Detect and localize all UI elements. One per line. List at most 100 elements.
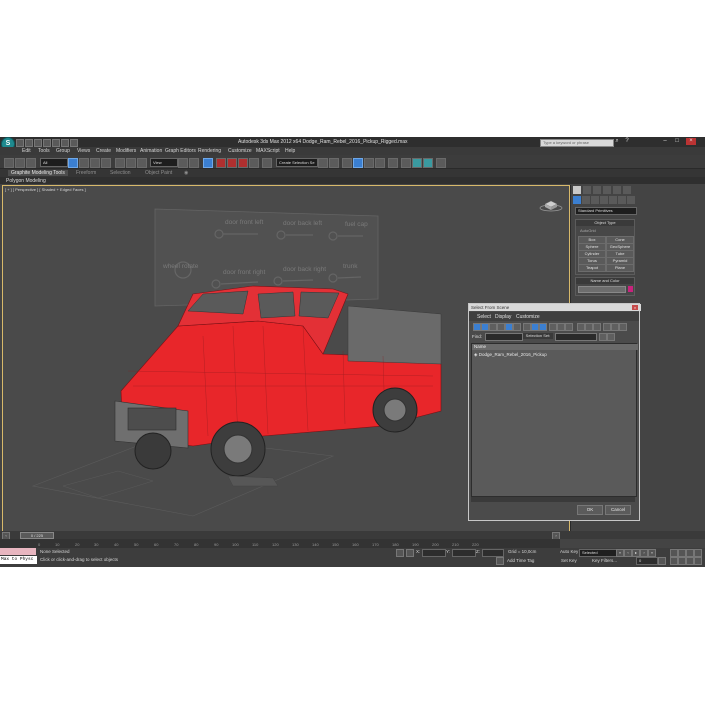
next-frame-icon[interactable]: ›	[640, 549, 648, 557]
select-none-icon[interactable]	[585, 323, 593, 331]
rig-label[interactable]: wheel rotate	[162, 263, 199, 270]
dialog-menu-display[interactable]: Display	[495, 314, 511, 320]
set-key-button[interactable]: Set Key	[561, 558, 577, 563]
rig-label[interactable]: door back left	[283, 220, 322, 227]
sync-selection-icon[interactable]	[603, 323, 611, 331]
menu-group[interactable]: Group	[56, 148, 70, 154]
list-header-name[interactable]: Name	[472, 344, 638, 350]
named-selection-dropdown[interactable]: Create Selection Se	[276, 158, 318, 167]
object-color-swatch[interactable]	[628, 286, 633, 292]
field-of-view-icon[interactable]	[670, 557, 678, 565]
hold-icon[interactable]	[61, 139, 69, 147]
current-frame-field[interactable]: 0	[636, 557, 658, 565]
align-icon[interactable]	[329, 158, 339, 168]
time-configuration-icon[interactable]	[658, 557, 666, 565]
orbit-icon[interactable]	[686, 557, 694, 565]
menu-modifiers[interactable]: Modifiers	[116, 148, 136, 154]
display-helpers-icon[interactable]	[505, 323, 513, 331]
window-crossing-icon[interactable]	[101, 158, 111, 168]
selection-set-dropdown[interactable]	[555, 333, 597, 341]
selection-set-options-icon[interactable]	[607, 333, 615, 341]
plane-button[interactable]: Plane	[606, 264, 634, 272]
previous-frame-icon[interactable]: ‹	[624, 549, 632, 557]
menu-create[interactable]: Create	[96, 148, 111, 154]
display-bones-icon[interactable]	[539, 323, 547, 331]
tab-graphite-modeling-tools[interactable]: Graphite Modeling Tools	[8, 170, 68, 176]
modify-tab-icon[interactable]	[583, 186, 591, 194]
rig-label[interactable]: door front left	[225, 219, 263, 226]
filter-icon[interactable]	[619, 323, 627, 331]
snaps-toggle-icon[interactable]	[216, 158, 226, 168]
close-button[interactable]: ×	[686, 138, 696, 145]
helpers-icon[interactable]	[609, 196, 617, 204]
menu-graph-editors[interactable]: Graph Editors	[165, 148, 196, 154]
autogrid-checkbox[interactable]: AutoGrid	[580, 228, 596, 233]
tab-object-paint[interactable]: Object Paint	[145, 170, 172, 176]
play-icon[interactable]: ▸	[632, 549, 640, 557]
display-groups-icon[interactable]	[523, 323, 531, 331]
select-move-icon[interactable]	[115, 158, 125, 168]
tab-freeform[interactable]: Freeform	[76, 170, 96, 176]
menu-views[interactable]: Views	[77, 148, 90, 154]
dialog-menu-select[interactable]: Select	[477, 314, 491, 320]
maximize-button[interactable]: □	[672, 138, 682, 145]
mirror-icon[interactable]	[318, 158, 328, 168]
display-cameras-icon[interactable]	[497, 323, 505, 331]
save-file-icon[interactable]	[34, 139, 42, 147]
display-all-icon[interactable]	[549, 323, 557, 331]
x-coordinate-field[interactable]	[422, 549, 446, 557]
zoom-all-icon[interactable]	[678, 549, 686, 557]
display-lights-icon[interactable]	[489, 323, 497, 331]
zoom-extents-icon[interactable]	[686, 549, 694, 557]
hierarchy-tab-icon[interactable]	[593, 186, 601, 194]
pivot-center-icon[interactable]	[178, 158, 188, 168]
display-invert-icon[interactable]	[565, 323, 573, 331]
unlink-icon[interactable]	[15, 158, 25, 168]
material-editor-icon[interactable]	[388, 158, 398, 168]
motion-tab-icon[interactable]	[603, 186, 611, 194]
add-time-tag[interactable]: Add Time Tag	[507, 558, 534, 563]
schematic-view-icon[interactable]	[375, 158, 385, 168]
render-production-icon[interactable]	[423, 158, 433, 168]
go-to-end-icon[interactable]: »	[648, 549, 656, 557]
redo-icon[interactable]	[52, 139, 60, 147]
display-none-icon[interactable]	[557, 323, 565, 331]
pan-view-icon[interactable]	[678, 557, 686, 565]
polygon-modeling-label[interactable]: Polygon Modeling	[6, 178, 46, 184]
minimize-button[interactable]: –	[660, 138, 670, 145]
geometry-icon[interactable]	[573, 196, 581, 204]
absolute-mode-icon[interactable]	[406, 549, 414, 557]
select-all-icon[interactable]	[577, 323, 585, 331]
curve-editor-icon[interactable]	[364, 158, 374, 168]
shapes-icon[interactable]	[582, 196, 590, 204]
teapot-button[interactable]: Teapot	[578, 264, 606, 272]
menu-customize[interactable]: Customize	[228, 148, 252, 154]
keyboard-shortcut-override-icon[interactable]	[203, 158, 213, 168]
display-spacewarps-icon[interactable]	[513, 323, 521, 331]
auto-key-button[interactable]: Auto Key	[560, 549, 578, 554]
link-icon[interactable]	[4, 158, 14, 168]
maximize-viewport-icon[interactable]	[694, 557, 702, 565]
track-bar[interactable]: 0 10 20 30 40 50 60 70 80 90 100 110 120…	[0, 539, 560, 548]
select-scale-icon[interactable]	[137, 158, 147, 168]
graphite-toggle-icon[interactable]	[353, 158, 363, 168]
zoom-extents-all-icon[interactable]	[694, 549, 702, 557]
select-by-name-icon[interactable]	[79, 158, 89, 168]
bind-spacewarp-icon[interactable]	[26, 158, 36, 168]
horizontal-scrollbar[interactable]	[471, 497, 635, 502]
scene-object-list[interactable]: Name ◈ Dodge_Ram_Rebel_2016_Pickup	[471, 343, 638, 497]
maxscript-listener-top[interactable]	[0, 548, 36, 555]
menu-animation[interactable]: Animation	[140, 148, 162, 154]
category-dropdown[interactable]: Standard Primitives	[575, 207, 637, 215]
key-mode-dropdown[interactable]: Selected	[579, 549, 617, 557]
go-to-start-icon[interactable]: «	[616, 549, 624, 557]
zoom-icon[interactable]	[670, 549, 678, 557]
display-xrefs-icon[interactable]	[531, 323, 539, 331]
list-item[interactable]: ◈ Dodge_Ram_Rebel_2016_Pickup	[474, 352, 547, 358]
ok-button[interactable]: OK	[577, 505, 603, 515]
display-shapes-icon[interactable]	[481, 323, 489, 331]
undo-icon[interactable]	[43, 139, 51, 147]
menu-help[interactable]: Help	[285, 148, 295, 154]
viewcube-icon[interactable]	[539, 198, 563, 212]
tab-selection[interactable]: Selection	[110, 170, 131, 176]
